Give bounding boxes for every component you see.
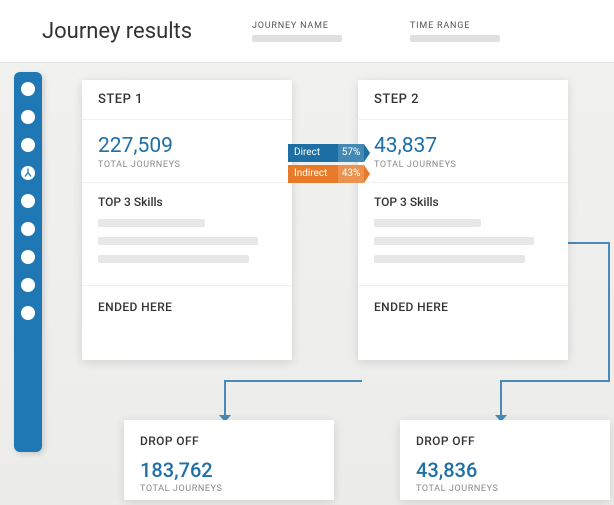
- dropoff-value: 43,836: [416, 458, 594, 482]
- branch-icon: [22, 167, 34, 179]
- transition-tags: Direct 57% Indirect 43%: [288, 144, 364, 186]
- stage: STEP 1 227,509 TOTAL JOURNEYS TOP 3 Skil…: [60, 72, 606, 505]
- connector-line: [608, 242, 610, 380]
- connector-line: [500, 380, 610, 382]
- page-title: Journey results: [42, 19, 252, 44]
- skill-placeholder: [374, 255, 525, 263]
- skill-placeholder: [98, 255, 249, 263]
- skills-title: TOP 3 Skills: [374, 195, 552, 209]
- step-card-2[interactable]: STEP 2 43,837 TOTAL JOURNEYS TOP 3 Skill…: [358, 80, 568, 360]
- rail-step[interactable]: [21, 194, 35, 208]
- journey-name-label: JOURNEY NAME: [252, 21, 402, 31]
- time-range-field[interactable]: TIME RANGE: [410, 21, 560, 42]
- dropoff-card-2[interactable]: DROP OFF 43,836 TOTAL JOURNEYS: [400, 420, 610, 500]
- rail-step[interactable]: [21, 278, 35, 292]
- time-range-label: TIME RANGE: [410, 21, 560, 31]
- rail-step[interactable]: [21, 306, 35, 320]
- dropoff-title: DROP OFF: [140, 434, 318, 448]
- journey-name-field[interactable]: JOURNEY NAME: [252, 21, 402, 42]
- indirect-pct: 43%: [338, 165, 364, 183]
- journey-name-value-placeholder: [252, 35, 342, 42]
- rail-step[interactable]: [21, 222, 35, 236]
- connector-line: [568, 242, 610, 244]
- rail-step[interactable]: [21, 110, 35, 124]
- ended-here-label: ENDED HERE: [82, 286, 292, 328]
- step-title: STEP 2: [374, 92, 552, 107]
- connector-line: [500, 380, 502, 420]
- rail-step[interactable]: [21, 82, 35, 96]
- skill-placeholder: [374, 219, 481, 227]
- skills-title: TOP 3 Skills: [98, 195, 276, 209]
- dropoff-value: 183,762: [140, 458, 318, 482]
- direct-label: Direct: [288, 144, 338, 162]
- step-title: STEP 1: [98, 92, 276, 107]
- rail-step-active[interactable]: [21, 166, 35, 180]
- time-range-value-placeholder: [410, 35, 500, 42]
- dropoff-value-label: TOTAL JOURNEYS: [140, 484, 318, 494]
- skill-placeholder: [98, 237, 258, 245]
- connector-line: [224, 380, 226, 420]
- dropoff-value-label: TOTAL JOURNEYS: [416, 484, 594, 494]
- direct-tag[interactable]: Direct 57%: [288, 144, 364, 162]
- step-value-label: TOTAL JOURNEYS: [374, 160, 552, 170]
- step-card-1[interactable]: STEP 1 227,509 TOTAL JOURNEYS TOP 3 Skil…: [82, 80, 292, 360]
- header: Journey results JOURNEY NAME TIME RANGE: [0, 0, 614, 62]
- rail-step[interactable]: [21, 250, 35, 264]
- connector-line: [224, 380, 362, 382]
- step-value: 43,837: [374, 134, 552, 158]
- direct-pct: 57%: [338, 144, 364, 162]
- step-rail: [14, 72, 42, 452]
- dropoff-card-1[interactable]: DROP OFF 183,762 TOTAL JOURNEYS: [124, 420, 334, 500]
- step-value-label: TOTAL JOURNEYS: [98, 160, 276, 170]
- dropoff-title: DROP OFF: [416, 434, 594, 448]
- indirect-label: Indirect: [288, 165, 338, 183]
- ended-here-label: ENDED HERE: [358, 286, 568, 328]
- skill-placeholder: [374, 237, 534, 245]
- rail-step[interactable]: [21, 138, 35, 152]
- indirect-tag[interactable]: Indirect 43%: [288, 165, 364, 183]
- skill-placeholder: [98, 219, 205, 227]
- step-value: 227,509: [98, 134, 276, 158]
